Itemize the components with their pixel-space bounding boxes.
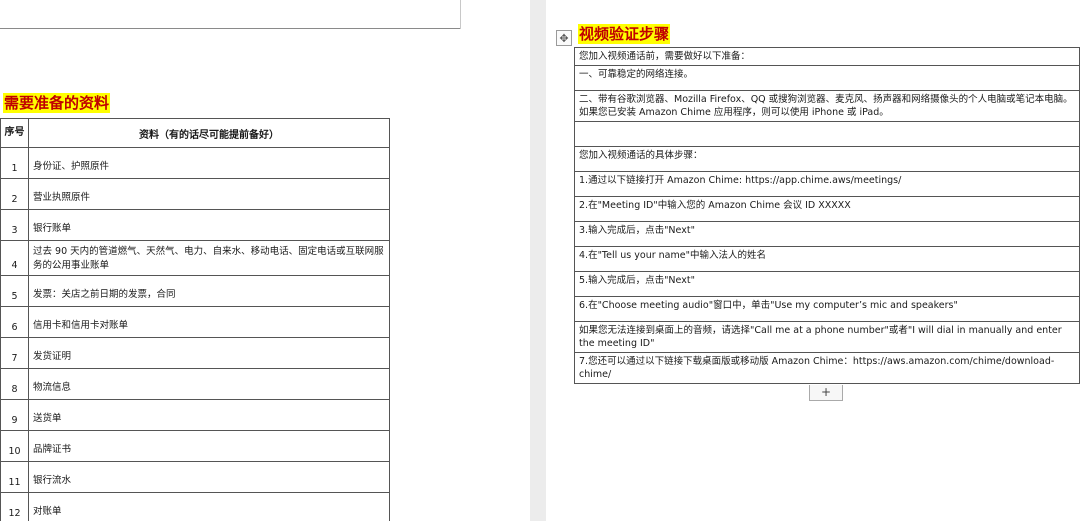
steps-row[interactable]: 一、可靠稳定的网络连接。 — [574, 65, 1080, 91]
steps-row[interactable]: 1.通过以下链接打开 Amazon Chime: https://app.chi… — [574, 171, 1080, 197]
row-number[interactable]: 10 — [0, 430, 29, 462]
steps-row[interactable]: 4.在"Tell us your name"中输入法人的姓名 — [574, 246, 1080, 272]
steps-row[interactable]: 5.输入完成后，点击"Next" — [574, 271, 1080, 297]
row-item[interactable]: 物流信息 — [28, 368, 390, 400]
row-item[interactable]: 品牌证书 — [28, 430, 390, 462]
header-margin-marker — [460, 0, 461, 29]
row-number[interactable]: 1 — [0, 147, 29, 179]
row-item[interactable]: 发票：关店之前日期的发票，合同 — [28, 275, 390, 307]
row-item[interactable]: 对账单 — [28, 492, 390, 521]
steps-row[interactable]: 如果您无法连接到桌面上的音频，请选择"Call me at a phone nu… — [574, 321, 1080, 353]
row-item[interactable]: 营业执照原件 — [28, 178, 390, 210]
row-item[interactable]: 银行账单 — [28, 209, 390, 241]
header-seq[interactable]: 序号 — [0, 118, 29, 148]
steps-row[interactable]: 7.您还可以通过以下链接下载桌面版或移动版 Amazon Chime：https… — [574, 352, 1080, 384]
row-number[interactable]: 2 — [0, 178, 29, 210]
section-title-video-steps[interactable]: 视频验证步骤 — [578, 24, 671, 44]
steps-row[interactable]: 6.在"Choose meeting audio"窗口中，单击"Use my c… — [574, 296, 1080, 322]
add-row-button[interactable]: + — [809, 385, 843, 401]
row-item[interactable]: 送货单 — [28, 399, 390, 431]
row-number[interactable]: 8 — [0, 368, 29, 400]
steps-row[interactable]: 您加入视频通话的具体步骤： — [574, 146, 1080, 172]
row-item[interactable]: 过去 90 天内的管道燃气、天然气、电力、自来水、移动电话、固定电话或互联网服务… — [28, 240, 390, 276]
materials-table[interactable]: 序号 资料（有的话尽可能提前备好） 1 身份证、护照原件 2 营业执照原件 3 银行账… — [0, 118, 390, 521]
row-item[interactable]: 银行流水 — [28, 461, 390, 493]
move-handle-icon[interactable]: ✥ — [556, 30, 572, 46]
row-number[interactable]: 4 — [0, 240, 29, 276]
row-item[interactable]: 身份证、护照原件 — [28, 147, 390, 179]
steps-table[interactable]: 您加入视频通话前，需要做好以下准备： 一、可靠稳定的网络连接。 二、带有谷歌浏览… — [574, 47, 1080, 384]
row-item[interactable]: 信用卡和信用卡对账单 — [28, 306, 390, 338]
steps-row[interactable]: 二、带有谷歌浏览器、Mozilla Firefox、QQ 或搜狗浏览器、麦克风、… — [574, 90, 1080, 122]
row-number[interactable]: 3 — [0, 209, 29, 241]
row-number[interactable]: 9 — [0, 399, 29, 431]
document-page-left: 需要准备的资料 序号 资料（有的话尽可能提前备好） 1 身份证、护照原件 2 营业执… — [0, 0, 530, 521]
section-title-materials[interactable]: 需要准备的资料 — [3, 93, 111, 113]
row-item[interactable]: 发货证明 — [28, 337, 390, 369]
steps-row[interactable]: 您加入视频通话前，需要做好以下准备： — [574, 47, 1080, 66]
steps-row-empty[interactable] — [574, 121, 1080, 147]
header-item[interactable]: 资料（有的话尽可能提前备好） — [28, 118, 390, 148]
row-number[interactable]: 6 — [0, 306, 29, 338]
row-number[interactable]: 5 — [0, 275, 29, 307]
row-number[interactable]: 11 — [0, 461, 29, 493]
row-number[interactable]: 7 — [0, 337, 29, 369]
steps-row[interactable]: 2.在"Meeting ID"中输入您的 Amazon Chime 会议 ID … — [574, 196, 1080, 222]
steps-row[interactable]: 3.输入完成后，点击"Next" — [574, 221, 1080, 247]
header-divider — [0, 28, 461, 29]
row-number[interactable]: 12 — [0, 492, 29, 521]
document-page-right: ✥ 视频验证步骤 您加入视频通话前，需要做好以下准备： 一、可靠稳定的网络连接。… — [546, 0, 1080, 521]
